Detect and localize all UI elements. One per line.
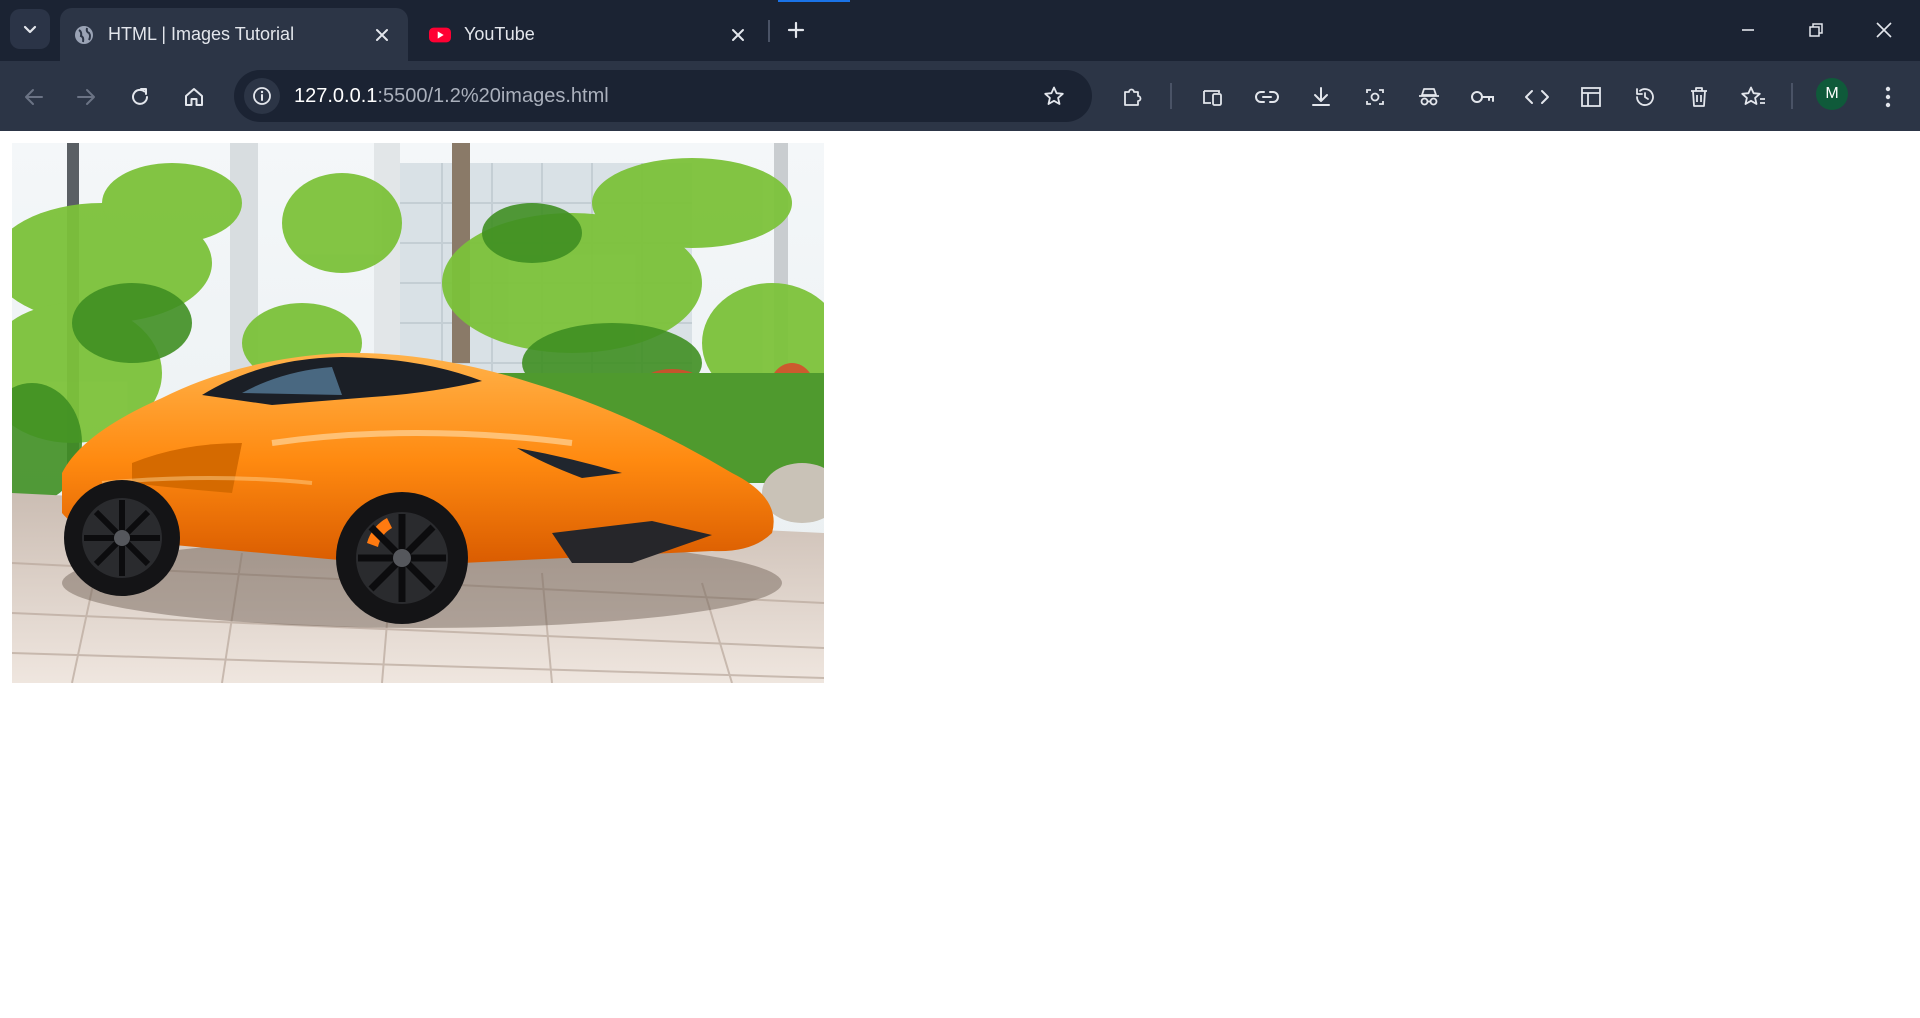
menu-button[interactable]	[1870, 79, 1906, 115]
devices-button[interactable]	[1195, 79, 1231, 115]
new-tab-button[interactable]	[780, 14, 812, 46]
home-icon	[183, 86, 205, 108]
address-bar[interactable]: 127.0.0.1:5500/1.2%20images.html	[234, 70, 1092, 122]
bookmarks-button[interactable]	[1735, 79, 1771, 115]
puzzle-icon	[1121, 85, 1145, 109]
incognito-icon	[1417, 85, 1441, 109]
browser-toolbar: 127.0.0.1:5500/1.2%20images.html M	[0, 61, 1920, 131]
site-info-button[interactable]	[244, 78, 280, 114]
toolbar-separator	[1791, 83, 1793, 109]
copy-link-button[interactable]	[1249, 79, 1285, 115]
youtube-icon	[429, 24, 451, 46]
url-host: 127.0.0.1	[294, 84, 378, 107]
tab-separator	[768, 20, 770, 42]
back-button[interactable]	[16, 79, 52, 115]
downloads-button[interactable]	[1303, 79, 1339, 115]
restore-button[interactable]	[1782, 0, 1850, 60]
toolbar-separator	[1170, 83, 1172, 109]
chevron-down-icon	[22, 21, 38, 37]
history-icon	[1633, 85, 1657, 109]
forward-button[interactable]	[68, 79, 104, 115]
key-icon	[1469, 85, 1497, 109]
star-icon	[1043, 85, 1065, 107]
close-tab-button[interactable]	[724, 21, 752, 49]
reload-icon	[129, 86, 151, 108]
url-path: :5500/1.2%20images.html	[377, 84, 609, 107]
close-icon	[1875, 21, 1893, 39]
minimize-button[interactable]	[1714, 0, 1782, 60]
close-tab-button[interactable]	[368, 21, 396, 49]
layout-icon	[1579, 85, 1603, 109]
tab-youtube[interactable]: YouTube	[416, 8, 764, 61]
info-icon	[252, 86, 272, 106]
reload-button[interactable]	[122, 79, 158, 115]
close-window-button[interactable]	[1850, 0, 1918, 60]
developer-tools-button[interactable]	[1519, 79, 1555, 115]
profile-avatar[interactable]: M	[1816, 78, 1848, 110]
arrow-left-icon	[23, 86, 45, 108]
kebab-menu-icon	[1885, 86, 1891, 108]
tab-strip: HTML | Images Tutorial YouTube	[0, 0, 1920, 61]
trash-icon	[1687, 85, 1711, 109]
star-list-icon	[1740, 85, 1766, 109]
camera-icon	[1363, 85, 1387, 109]
code-icon	[1524, 85, 1550, 109]
screenshot-button[interactable]	[1357, 79, 1393, 115]
extensions-button[interactable]	[1115, 79, 1151, 115]
home-button[interactable]	[176, 79, 212, 115]
bookmark-star-button[interactable]	[1036, 78, 1072, 114]
globe-icon	[73, 24, 95, 46]
tab-html-images[interactable]: HTML | Images Tutorial	[60, 8, 408, 61]
loading-indicator	[778, 0, 850, 2]
clear-data-button[interactable]	[1681, 79, 1717, 115]
url-text[interactable]: 127.0.0.1:5500/1.2%20images.html	[294, 85, 609, 108]
tab-title: HTML | Images Tutorial	[108, 24, 295, 44]
car-image	[12, 143, 824, 683]
history-button[interactable]	[1627, 79, 1663, 115]
minimize-icon	[1740, 22, 1756, 38]
tab-search-button[interactable]	[10, 9, 50, 49]
side-panel-button[interactable]	[1573, 79, 1609, 115]
page-content	[0, 131, 1920, 1018]
plus-icon	[787, 21, 805, 39]
download-icon	[1309, 85, 1333, 109]
restore-icon	[1808, 22, 1824, 38]
devices-icon	[1201, 85, 1225, 109]
incognito-button[interactable]	[1411, 79, 1447, 115]
link-icon	[1254, 85, 1280, 109]
tab-title: YouTube	[464, 24, 535, 44]
arrow-right-icon	[75, 86, 97, 108]
passwords-button[interactable]	[1465, 79, 1501, 115]
